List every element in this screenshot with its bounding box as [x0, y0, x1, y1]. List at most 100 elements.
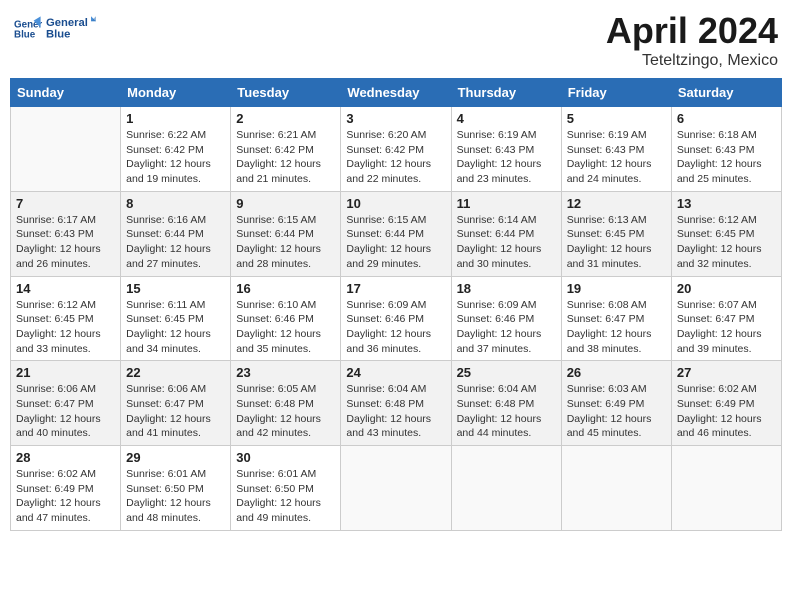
calendar-cell: 28Sunrise: 6:02 AMSunset: 6:49 PMDayligh… — [11, 446, 121, 531]
day-info: Sunrise: 6:12 AMSunset: 6:45 PMDaylight:… — [677, 213, 776, 272]
day-number: 3 — [346, 111, 445, 126]
day-number: 7 — [16, 196, 115, 211]
calendar-cell: 8 Sunrise: 6:16 AMSunset: 6:44 PMDaylight… — [121, 191, 231, 276]
day-number: 28 — [16, 450, 115, 465]
calendar-cell: 12 Sunrise: 6:13 AMSunset: 6:45 PMDayligh… — [561, 191, 671, 276]
day-info: Sunrise: 6:04 AMSunset: 6:48 PMDaylight:… — [346, 382, 445, 441]
calendar-cell: 20Sunrise: 6:07 AMSunset: 6:47 PMDayligh… — [671, 276, 781, 361]
calendar-week-row: 7 Sunrise: 6:17 AMSunset: 6:43 PMDaylight… — [11, 191, 782, 276]
weekday-header-cell: Saturday — [671, 79, 781, 107]
day-number: 11 — [457, 196, 556, 211]
day-info: Sunrise: 6:22 AMSunset: 6:42 PMDaylight:… — [126, 128, 225, 187]
day-number: 18 — [457, 281, 556, 296]
location: Teteltzingo, Mexico — [606, 52, 778, 70]
calendar-cell: 21 Sunrise: 6:06 AMSunset: 6:47 PMDayligh… — [11, 361, 121, 446]
day-number: 27 — [677, 365, 776, 380]
day-info: Sunrise: 6:17 AMSunset: 6:43 PMDaylight:… — [16, 213, 115, 272]
calendar-cell: 22 Sunrise: 6:06 AMSunset: 6:47 PMDayligh… — [121, 361, 231, 446]
calendar-cell: 18 Sunrise: 6:09 AMSunset: 6:46 PMDayligh… — [451, 276, 561, 361]
calendar-cell: 11 Sunrise: 6:14 AMSunset: 6:44 PMDayligh… — [451, 191, 561, 276]
day-info: Sunrise: 6:08 AMSunset: 6:47 PMDaylight:… — [567, 298, 666, 357]
calendar-cell: 25 Sunrise: 6:04 AMSunset: 6:48 PMDayligh… — [451, 361, 561, 446]
day-number: 30 — [236, 450, 335, 465]
day-number: 16 — [236, 281, 335, 296]
day-number: 2 — [236, 111, 335, 126]
calendar-table: SundayMondayTuesdayWednesdayThursdayFrid… — [10, 78, 782, 531]
calendar-cell: 29 Sunrise: 6:01 AMSunset: 6:50 PMDayligh… — [121, 446, 231, 531]
calendar-cell — [451, 446, 561, 531]
day-info: Sunrise: 6:15 AMSunset: 6:44 PMDaylight:… — [236, 213, 335, 272]
day-number: 25 — [457, 365, 556, 380]
calendar-cell: 2 Sunrise: 6:21 AMSunset: 6:42 PMDaylight… — [231, 107, 341, 192]
weekday-header-row: SundayMondayTuesdayWednesdayThursdayFrid… — [11, 79, 782, 107]
day-number: 19 — [567, 281, 666, 296]
calendar-cell: 13 Sunrise: 6:12 AMSunset: 6:45 PMDayligh… — [671, 191, 781, 276]
calendar-cell: 26Sunrise: 6:03 AMSunset: 6:49 PMDayligh… — [561, 361, 671, 446]
day-info: Sunrise: 6:01 AMSunset: 6:50 PMDaylight:… — [126, 467, 225, 526]
day-number: 26 — [567, 365, 666, 380]
calendar-cell — [341, 446, 451, 531]
weekday-header-cell: Thursday — [451, 79, 561, 107]
day-info: Sunrise: 6:19 AMSunset: 6:43 PMDaylight:… — [567, 128, 666, 187]
day-info: Sunrise: 6:19 AMSunset: 6:43 PMDaylight:… — [457, 128, 556, 187]
day-number: 29 — [126, 450, 225, 465]
day-number: 12 — [567, 196, 666, 211]
calendar-body: 1 Sunrise: 6:22 AMSunset: 6:42 PMDaylight… — [11, 107, 782, 531]
calendar-cell: 7 Sunrise: 6:17 AMSunset: 6:43 PMDaylight… — [11, 191, 121, 276]
day-info: Sunrise: 6:13 AMSunset: 6:45 PMDaylight:… — [567, 213, 666, 272]
day-number: 5 — [567, 111, 666, 126]
calendar-cell: 15 Sunrise: 6:11 AMSunset: 6:45 PMDayligh… — [121, 276, 231, 361]
weekday-header-cell: Wednesday — [341, 79, 451, 107]
day-info: Sunrise: 6:05 AMSunset: 6:48 PMDaylight:… — [236, 382, 335, 441]
logo-svg: General Blue — [46, 10, 96, 48]
calendar-week-row: 21 Sunrise: 6:06 AMSunset: 6:47 PMDayligh… — [11, 361, 782, 446]
calendar-cell: 10Sunrise: 6:15 AMSunset: 6:44 PMDayligh… — [341, 191, 451, 276]
day-info: Sunrise: 6:21 AMSunset: 6:42 PMDaylight:… — [236, 128, 335, 187]
day-number: 8 — [126, 196, 225, 211]
day-info: Sunrise: 6:10 AMSunset: 6:46 PMDaylight:… — [236, 298, 335, 357]
day-number: 24 — [346, 365, 445, 380]
calendar-cell — [11, 107, 121, 192]
day-info: Sunrise: 6:18 AMSunset: 6:43 PMDaylight:… — [677, 128, 776, 187]
day-info: Sunrise: 6:02 AMSunset: 6:49 PMDaylight:… — [677, 382, 776, 441]
title-block: April 2024 Teteltzingo, Mexico — [606, 10, 778, 70]
day-number: 13 — [677, 196, 776, 211]
day-info: Sunrise: 6:06 AMSunset: 6:47 PMDaylight:… — [16, 382, 115, 441]
calendar-cell: 19 Sunrise: 6:08 AMSunset: 6:47 PMDayligh… — [561, 276, 671, 361]
day-number: 20 — [677, 281, 776, 296]
day-info: Sunrise: 6:01 AMSunset: 6:50 PMDaylight:… — [236, 467, 335, 526]
calendar-week-row: 28Sunrise: 6:02 AMSunset: 6:49 PMDayligh… — [11, 446, 782, 531]
calendar-cell: 9Sunrise: 6:15 AMSunset: 6:44 PMDaylight… — [231, 191, 341, 276]
calendar-cell: 1 Sunrise: 6:22 AMSunset: 6:42 PMDaylight… — [121, 107, 231, 192]
calendar-cell: 3 Sunrise: 6:20 AMSunset: 6:42 PMDaylight… — [341, 107, 451, 192]
day-number: 1 — [126, 111, 225, 126]
day-info: Sunrise: 6:09 AMSunset: 6:46 PMDaylight:… — [457, 298, 556, 357]
calendar-cell: 4Sunrise: 6:19 AMSunset: 6:43 PMDaylight… — [451, 107, 561, 192]
svg-text:General: General — [46, 17, 88, 29]
calendar-week-row: 14Sunrise: 6:12 AMSunset: 6:45 PMDayligh… — [11, 276, 782, 361]
day-info: Sunrise: 6:16 AMSunset: 6:44 PMDaylight:… — [126, 213, 225, 272]
svg-text:Blue: Blue — [14, 29, 36, 40]
calendar-cell: 17Sunrise: 6:09 AMSunset: 6:46 PMDayligh… — [341, 276, 451, 361]
day-number: 21 — [16, 365, 115, 380]
day-info: Sunrise: 6:20 AMSunset: 6:42 PMDaylight:… — [346, 128, 445, 187]
day-number: 22 — [126, 365, 225, 380]
day-number: 14 — [16, 281, 115, 296]
day-info: Sunrise: 6:09 AMSunset: 6:46 PMDaylight:… — [346, 298, 445, 357]
day-number: 23 — [236, 365, 335, 380]
logo: General Blue General Blue — [14, 10, 96, 48]
weekday-header-cell: Tuesday — [231, 79, 341, 107]
calendar-cell: 30 Sunrise: 6:01 AMSunset: 6:50 PMDayligh… — [231, 446, 341, 531]
day-number: 10 — [346, 196, 445, 211]
weekday-header-cell: Friday — [561, 79, 671, 107]
day-info: Sunrise: 6:14 AMSunset: 6:44 PMDaylight:… — [457, 213, 556, 272]
calendar-cell — [671, 446, 781, 531]
calendar-cell — [561, 446, 671, 531]
day-info: Sunrise: 6:11 AMSunset: 6:45 PMDaylight:… — [126, 298, 225, 357]
calendar-cell: 6Sunrise: 6:18 AMSunset: 6:43 PMDaylight… — [671, 107, 781, 192]
calendar-cell: 27 Sunrise: 6:02 AMSunset: 6:49 PMDayligh… — [671, 361, 781, 446]
svg-text:Blue: Blue — [46, 28, 70, 40]
day-info: Sunrise: 6:04 AMSunset: 6:48 PMDaylight:… — [457, 382, 556, 441]
day-info: Sunrise: 6:06 AMSunset: 6:47 PMDaylight:… — [126, 382, 225, 441]
day-number: 15 — [126, 281, 225, 296]
